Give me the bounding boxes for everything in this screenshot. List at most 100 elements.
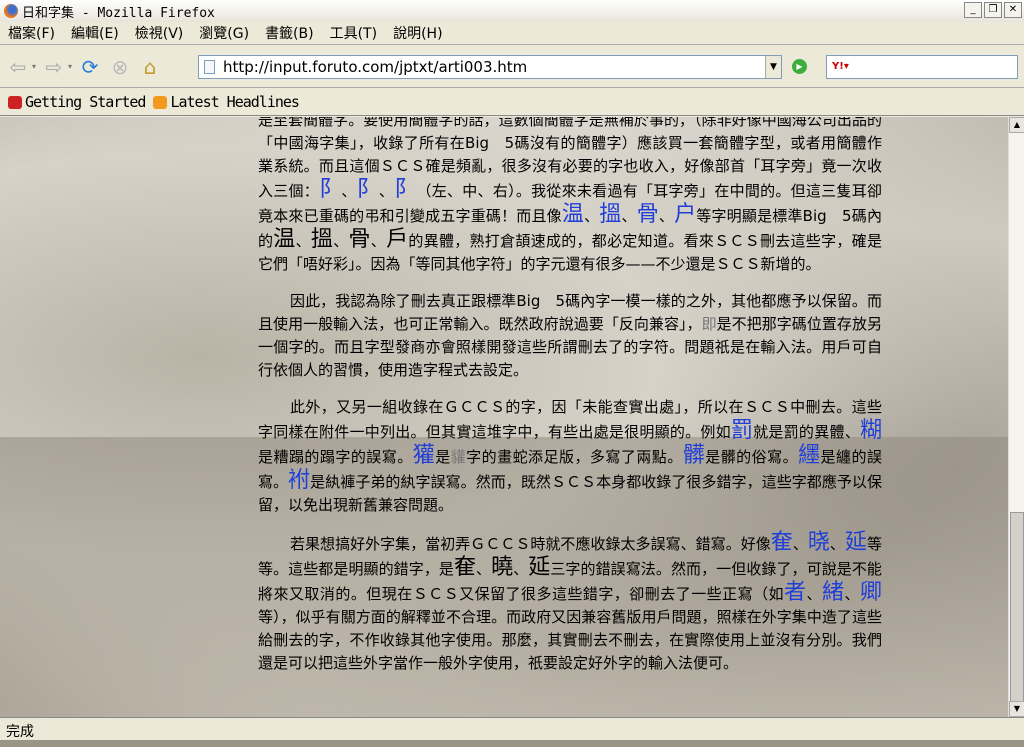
- variant-character-highlight: 纆: [798, 443, 821, 468]
- text-run: 是紈褲子弟的紈字誤寫。然而，既然ＳＣＳ本身都收錄了很多錯字，這些字都應予以保留，…: [258, 473, 882, 514]
- variant-character-highlight: 罰: [730, 418, 754, 443]
- page-icon: [204, 60, 215, 74]
- menu-view[interactable]: 檢視(V): [127, 23, 192, 43]
- bookmark-label: Latest Headlines: [170, 93, 299, 111]
- page-content: 是至套簡體字。要使用簡體字的話，這數個簡體字是無補於事的，（除非好像中國海公司出…: [0, 117, 1008, 717]
- minimize-button[interactable]: _: [964, 2, 982, 18]
- menu-bookmarks[interactable]: 書籤(B): [257, 23, 322, 43]
- text-run: 等），似乎有關方面的解釋並不合理。而政府又因兼容舊版用戶問題，照樣在外字集中造了…: [258, 608, 882, 672]
- text-run: 就是罰的異體、: [753, 423, 860, 441]
- text-run: 是: [435, 448, 451, 466]
- go-button[interactable]: ▶: [792, 59, 807, 74]
- standard-character: 延: [528, 555, 551, 580]
- text-run: 、: [370, 232, 387, 250]
- variant-character-highlight: 户: [674, 202, 697, 227]
- text-run: 、: [806, 585, 822, 603]
- close-button[interactable]: ✕: [1004, 2, 1022, 18]
- variant-character-highlight: 搵: [599, 202, 622, 227]
- text-run: 、: [476, 560, 492, 578]
- home-button[interactable]: ⌂: [138, 55, 162, 79]
- yahoo-logo-icon[interactable]: Y!: [832, 61, 844, 72]
- bookmarks-toolbar: Getting Started Latest Headlines: [0, 89, 1024, 116]
- vertical-scrollbar[interactable]: ▲ ▼: [1008, 117, 1024, 717]
- article-paragraph: 是至套簡體字。要使用簡體字的話，這數個簡體字是無補於事的，（除非好像中國海公司出…: [258, 117, 882, 276]
- stop-button[interactable]: ⊗: [108, 55, 132, 79]
- back-button[interactable]: ⇦: [6, 55, 30, 79]
- variant-character-highlight: 袝: [288, 468, 311, 493]
- scrollbar-thumb[interactable]: [1010, 512, 1024, 702]
- variant-character-highlight: 晓: [807, 530, 830, 555]
- article-paragraph: 因此，我認為除了刪去真正跟標準Big 5碼內字一模一樣的之外，其他都應予以保留。…: [258, 290, 882, 382]
- text-run: 若果想搞好外字集，當初弄ＧＣＣＳ時就不應收錄太多誤寫、錯寫。好像: [290, 535, 771, 553]
- variant-character-highlight: 骨: [636, 202, 659, 227]
- standard-character: 戶: [386, 227, 409, 252]
- variant-character-highlight: 髒: [682, 443, 706, 468]
- text-run: 、: [658, 207, 675, 225]
- standard-character: 奞: [453, 555, 477, 580]
- variant-character-highlight: 卿: [859, 580, 882, 605]
- article-text: 是至套簡體字。要使用簡體字的話，這數個簡體字是無補於事的，（除非好像中國海公司出…: [258, 117, 882, 689]
- url-dropdown-icon[interactable]: ▼: [765, 56, 781, 78]
- forward-dropdown-icon[interactable]: ▾: [68, 62, 72, 71]
- menu-file[interactable]: 檔案(F): [0, 23, 63, 43]
- text-run: 、: [792, 535, 808, 553]
- gray-character: 即: [701, 315, 717, 333]
- text-run: 、: [295, 232, 311, 250]
- search-box[interactable]: Y!▾: [826, 55, 1018, 79]
- text-run: 、: [584, 207, 600, 225]
- taskbar-strip: [0, 740, 1024, 747]
- forward-button[interactable]: ⇨: [42, 55, 66, 79]
- url-text[interactable]: http://input.foruto.com/jptxt/arti003.ht…: [223, 58, 527, 76]
- text-run: 、: [829, 535, 845, 553]
- firefox-logo-icon: [4, 4, 18, 18]
- window-controls: _ ❐ ✕: [964, 2, 1022, 18]
- rss-icon: [153, 95, 168, 109]
- text-run: 字的畫蛇添足版，多寫了兩點。: [466, 448, 683, 466]
- standard-character: 搵: [310, 227, 334, 252]
- variant-character-highlight: 者: [784, 580, 807, 605]
- menu-help[interactable]: 說明(H): [385, 23, 450, 43]
- restore-button[interactable]: ❐: [984, 2, 1002, 18]
- menu-edit[interactable]: 編輯(E): [63, 23, 127, 43]
- scroll-up-button[interactable]: ▲: [1009, 117, 1024, 133]
- getting-started-icon: [8, 95, 22, 109]
- text-run: 、: [621, 207, 637, 225]
- article-paragraph: 若果想搞好外字集，當初弄ＧＣＣＳ時就不應收錄太多誤寫、錯寫。好像奞、晓、延等等。…: [258, 531, 882, 675]
- menu-tools[interactable]: 工具(T): [322, 23, 385, 43]
- scroll-down-button[interactable]: ▼: [1009, 701, 1024, 717]
- status-text: 完成: [6, 724, 34, 740]
- variant-character-highlight: 温: [561, 202, 585, 227]
- bookmark-latest-headlines[interactable]: Latest Headlines: [153, 93, 300, 111]
- text-run: 是糟蹋的蹋字的誤寫。: [258, 448, 413, 466]
- variant-character-highlight: 奞: [770, 530, 793, 555]
- bookmark-label: Getting Started: [25, 93, 146, 111]
- variant-character-highlight: 阝: [356, 177, 379, 202]
- text-run: 、: [844, 585, 860, 603]
- variant-character-highlight: 阝: [319, 177, 342, 202]
- article-paragraph: 此外，又另一組收錄在ＧＣＣＳ的字，因「未能查實出處」，所以在ＳＣＳ中刪去。這些字…: [258, 396, 882, 517]
- text-run: 是髒的俗寫。: [705, 448, 799, 466]
- url-bar[interactable]: http://input.foruto.com/jptxt/arti003.ht…: [198, 55, 782, 79]
- variant-character-highlight: 獾: [412, 443, 436, 468]
- text-run: 、: [333, 232, 349, 250]
- standard-character: 骨: [348, 227, 371, 252]
- gray-character: 貛: [450, 448, 467, 466]
- status-bar: 完成: [0, 717, 1024, 740]
- variant-character-highlight: 阝: [394, 177, 417, 202]
- title-bar: 日和字集 - Mozilla Firefox _ ❐ ✕: [0, 0, 1024, 22]
- text-run: 、: [378, 182, 395, 200]
- variant-character-highlight: 糊: [859, 418, 882, 443]
- window-title: 日和字集 - Mozilla Firefox: [22, 5, 215, 21]
- standard-character: 曉: [491, 555, 514, 580]
- text-run: 、: [341, 182, 357, 200]
- variant-character-highlight: 緒: [822, 580, 845, 605]
- bookmark-getting-started[interactable]: Getting Started: [8, 93, 146, 111]
- menu-bar: 檔案(F) 編輯(E) 檢視(V) 瀏覽(G) 書籤(B) 工具(T) 說明(H…: [0, 22, 1024, 45]
- menu-go[interactable]: 瀏覽(G): [191, 23, 257, 43]
- reload-button[interactable]: ⟳: [78, 55, 102, 79]
- text-run: 、: [513, 560, 529, 578]
- navigation-toolbar: ⇦ ▾ ⇨ ▾ ⟳ ⊗ ⌂ http://input.foruto.com/jptx…: [0, 46, 1024, 88]
- variant-character-highlight: 延: [844, 530, 867, 555]
- back-dropdown-icon[interactable]: ▾: [32, 62, 36, 71]
- standard-character: 温: [273, 227, 296, 252]
